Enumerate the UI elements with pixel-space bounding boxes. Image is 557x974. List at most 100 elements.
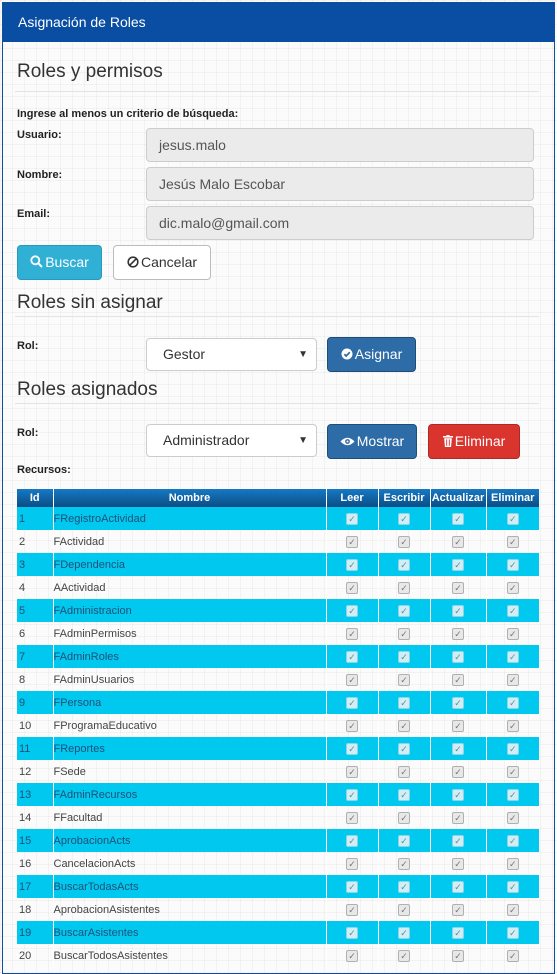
leer-checkbox[interactable]: ✓ (346, 880, 358, 893)
actualizar-checkbox[interactable]: ✓ (452, 512, 464, 525)
table-row[interactable]: 17 BuscarTodasActs ✓ ✓ ✓ ✓ (17, 875, 539, 898)
column-header-leer[interactable]: Leer (325, 489, 378, 507)
table-row[interactable]: 9 FPersona ✓ ✓ ✓ ✓ (17, 691, 539, 714)
eliminar-checkbox[interactable]: ✓ (506, 627, 519, 640)
eliminar-checkbox[interactable]: ✓ (506, 719, 519, 732)
assigned-role-select[interactable]: Administrador ▼ (146, 424, 317, 457)
eliminar-checkbox[interactable]: ✓ (506, 558, 519, 571)
eliminar-checkbox[interactable]: ✓ (506, 903, 519, 916)
email-input[interactable]: dic.malo@gmail.com (146, 206, 534, 240)
actualizar-checkbox[interactable]: ✓ (452, 696, 464, 709)
actualizar-checkbox[interactable]: ✓ (452, 811, 464, 824)
eliminar-checkbox[interactable]: ✓ (506, 650, 519, 663)
eliminar-checkbox[interactable]: ✓ (506, 788, 519, 801)
escribir-checkbox[interactable]: ✓ (398, 673, 410, 686)
escribir-checkbox[interactable]: ✓ (398, 903, 410, 916)
leer-checkbox[interactable]: ✓ (346, 788, 358, 801)
leer-checkbox[interactable]: ✓ (346, 857, 358, 870)
eliminar-checkbox[interactable]: ✓ (506, 673, 519, 686)
leer-checkbox[interactable]: ✓ (346, 696, 358, 709)
escribir-checkbox[interactable]: ✓ (398, 834, 410, 847)
actualizar-checkbox[interactable]: ✓ (452, 535, 464, 548)
table-row[interactable]: 2 FActividad ✓ ✓ ✓ ✓ (17, 530, 539, 553)
leer-checkbox[interactable]: ✓ (346, 512, 358, 525)
leer-checkbox[interactable]: ✓ (346, 604, 358, 617)
actualizar-checkbox[interactable]: ✓ (452, 627, 464, 640)
show-button[interactable]: Mostrar (327, 424, 417, 459)
column-header-nombre[interactable]: Nombre (52, 489, 326, 507)
actualizar-checkbox[interactable]: ✓ (452, 903, 464, 916)
escribir-checkbox[interactable]: ✓ (398, 604, 410, 617)
table-row[interactable]: 5 FAdministracion ✓ ✓ ✓ ✓ (17, 599, 539, 622)
leer-checkbox[interactable]: ✓ (346, 558, 358, 571)
usuario-input[interactable]: jesus.malo (146, 128, 534, 162)
column-header-escribir[interactable]: Escribir (377, 489, 430, 507)
search-button[interactable]: Buscar (17, 245, 102, 280)
actualizar-checkbox[interactable]: ✓ (452, 581, 464, 594)
actualizar-checkbox[interactable]: ✓ (452, 949, 464, 962)
leer-checkbox[interactable]: ✓ (346, 719, 358, 732)
table-row[interactable]: 15 AprobacionActs ✓ ✓ ✓ ✓ (17, 829, 539, 852)
eliminar-checkbox[interactable]: ✓ (506, 581, 519, 594)
actualizar-checkbox[interactable]: ✓ (452, 558, 464, 571)
cancel-button[interactable]: Cancelar (113, 245, 211, 280)
actualizar-checkbox[interactable]: ✓ (452, 742, 464, 755)
table-row[interactable]: 20 BuscarTodosAsistentes ✓ ✓ ✓ ✓ (17, 944, 539, 967)
table-row[interactable]: 19 BuscarAsistentes ✓ ✓ ✓ ✓ (17, 921, 539, 944)
assign-button[interactable]: Asignar (327, 337, 416, 372)
table-row[interactable]: 8 FAdminUsuarios ✓ ✓ ✓ ✓ (17, 668, 539, 691)
table-row[interactable]: 13 FAdminRecursos ✓ ✓ ✓ ✓ (17, 783, 539, 806)
eliminar-checkbox[interactable]: ✓ (506, 604, 519, 617)
escribir-checkbox[interactable]: ✓ (398, 581, 410, 594)
table-row[interactable]: 7 FAdminRoles ✓ ✓ ✓ ✓ (17, 645, 539, 668)
eliminar-checkbox[interactable]: ✓ (506, 696, 519, 709)
leer-checkbox[interactable]: ✓ (346, 903, 358, 916)
escribir-checkbox[interactable]: ✓ (398, 857, 410, 870)
column-header-eliminar[interactable]: Eliminar (485, 489, 539, 507)
escribir-checkbox[interactable]: ✓ (398, 742, 410, 755)
table-row[interactable]: 1 FRegistroActividad ✓ ✓ ✓ ✓ (17, 507, 539, 530)
eliminar-checkbox[interactable]: ✓ (506, 926, 519, 939)
escribir-checkbox[interactable]: ✓ (398, 949, 410, 962)
table-row[interactable]: 11 FReportes ✓ ✓ ✓ ✓ (17, 737, 539, 760)
eliminar-checkbox[interactable]: ✓ (506, 765, 519, 778)
actualizar-checkbox[interactable]: ✓ (452, 926, 464, 939)
eliminar-checkbox[interactable]: ✓ (506, 857, 519, 870)
actualizar-checkbox[interactable]: ✓ (452, 719, 464, 732)
delete-button[interactable]: Eliminar (428, 424, 520, 459)
leer-checkbox[interactable]: ✓ (346, 581, 358, 594)
leer-checkbox[interactable]: ✓ (346, 650, 358, 663)
escribir-checkbox[interactable]: ✓ (398, 719, 410, 732)
table-row[interactable]: 6 FAdminPermisos ✓ ✓ ✓ ✓ (17, 622, 539, 645)
leer-checkbox[interactable]: ✓ (346, 627, 358, 640)
escribir-checkbox[interactable]: ✓ (398, 558, 410, 571)
actualizar-checkbox[interactable]: ✓ (452, 765, 464, 778)
nombre-input[interactable]: Jesús Malo Escobar (146, 167, 534, 201)
escribir-checkbox[interactable]: ✓ (398, 696, 410, 709)
table-row[interactable]: 4 AActividad ✓ ✓ ✓ ✓ (17, 576, 539, 599)
leer-checkbox[interactable]: ✓ (346, 765, 358, 778)
actualizar-checkbox[interactable]: ✓ (452, 650, 464, 663)
table-row[interactable]: 18 AprobacionAsistentes ✓ ✓ ✓ ✓ (17, 898, 539, 921)
escribir-checkbox[interactable]: ✓ (398, 926, 410, 939)
eliminar-checkbox[interactable]: ✓ (506, 742, 519, 755)
escribir-checkbox[interactable]: ✓ (398, 765, 410, 778)
actualizar-checkbox[interactable]: ✓ (452, 604, 464, 617)
leer-checkbox[interactable]: ✓ (346, 673, 358, 686)
table-row[interactable]: 12 FSede ✓ ✓ ✓ ✓ (17, 760, 539, 783)
leer-checkbox[interactable]: ✓ (346, 949, 358, 962)
eliminar-checkbox[interactable]: ✓ (506, 880, 519, 893)
eliminar-checkbox[interactable]: ✓ (506, 535, 519, 548)
leer-checkbox[interactable]: ✓ (346, 811, 358, 824)
actualizar-checkbox[interactable]: ✓ (452, 857, 464, 870)
escribir-checkbox[interactable]: ✓ (398, 880, 410, 893)
eliminar-checkbox[interactable]: ✓ (506, 949, 519, 962)
actualizar-checkbox[interactable]: ✓ (452, 673, 464, 686)
table-row[interactable]: 16 CancelacionActs ✓ ✓ ✓ ✓ (17, 852, 539, 875)
unassigned-role-select[interactable]: Gestor ▼ (146, 338, 317, 371)
leer-checkbox[interactable]: ✓ (346, 742, 358, 755)
escribir-checkbox[interactable]: ✓ (398, 788, 410, 801)
actualizar-checkbox[interactable]: ✓ (452, 834, 464, 847)
table-row[interactable]: 14 FFacultad ✓ ✓ ✓ ✓ (17, 806, 539, 829)
table-row[interactable]: 10 FProgramaEducativo ✓ ✓ ✓ ✓ (17, 714, 539, 737)
